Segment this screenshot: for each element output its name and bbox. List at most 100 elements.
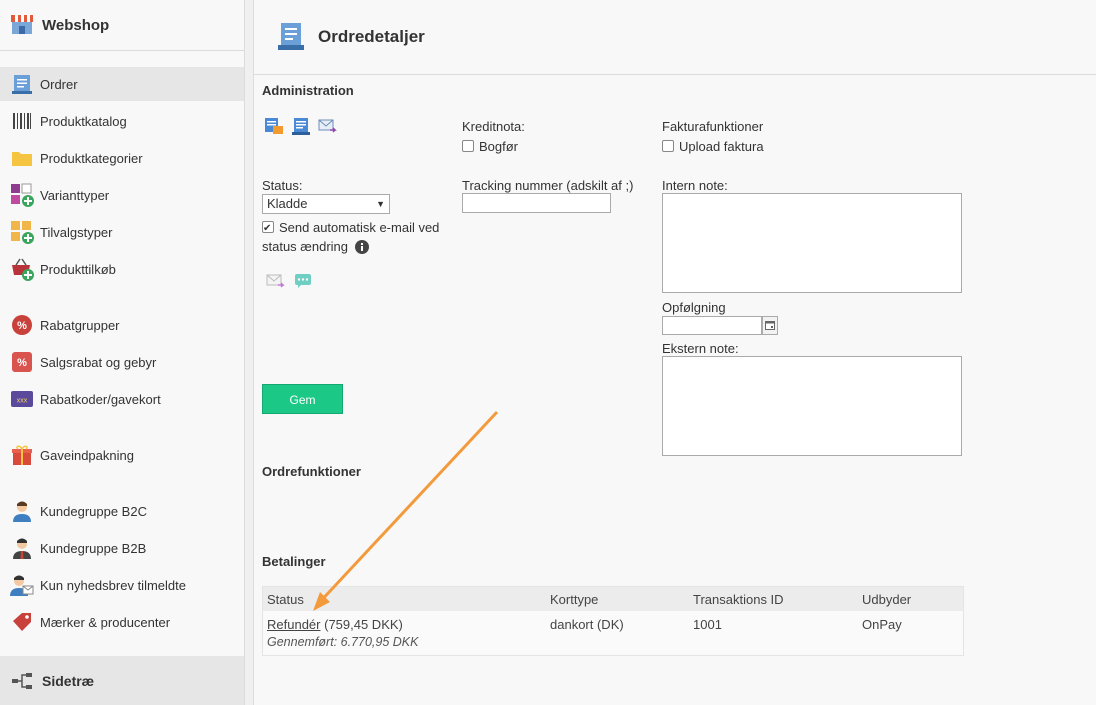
sidebar-footer-label: Sidetræ: [42, 672, 95, 689]
save-button[interactable]: Gem: [262, 384, 343, 414]
sidebar-item-produkttilkob[interactable]: Produkttilkøb: [0, 252, 244, 286]
email-forward-icon[interactable]: [318, 117, 338, 138]
send-email-label-2: status ændring: [262, 239, 348, 254]
bogfor-checkbox[interactable]: [462, 140, 474, 152]
intern-note-label: Intern note:: [662, 178, 728, 193]
table-header: Status Korttype Transaktions ID Udbyder: [263, 587, 963, 611]
sidebar-header[interactable]: Webshop: [0, 0, 244, 51]
sidebar-item-varianttyper[interactable]: Varianttyper: [0, 178, 244, 212]
status-select[interactable]: Kladde ▼: [262, 194, 390, 214]
payments-table: Status Korttype Transaktions ID Udbyder …: [262, 586, 964, 656]
barcode-icon: [10, 109, 34, 133]
sidebar-item-label: Rabatgrupper: [40, 317, 120, 333]
page-header: Ordredetaljer: [254, 0, 1096, 75]
sidebar-item-ordrer[interactable]: Ordrer: [0, 67, 244, 101]
bogfor-label: Bogfør: [479, 139, 519, 154]
send-email-label-1: Send automatisk e-mail ved: [279, 220, 440, 235]
folder-icon: [10, 146, 34, 170]
voucher-icon: xxx: [10, 387, 34, 411]
ekstern-note-label: Ekstern note:: [662, 341, 739, 356]
main-content: Ordredetaljer Administration Kreditnota:…: [254, 0, 1096, 705]
sitemap-icon: [10, 669, 34, 693]
gift-icon: [10, 443, 34, 467]
sidebar-item-label: Tilvalgstyper: [40, 224, 113, 240]
card-type-cell: dankort (DK): [550, 617, 624, 632]
send-email-row[interactable]: Send automatisk e-mail ved status ændrin…: [262, 218, 452, 259]
sidebar-item-label: Mærker & producenter: [40, 614, 171, 630]
sidebar-item-label: Salgsrabat og gebyr: [40, 354, 157, 370]
sidebar-item-rabatkoder[interactable]: xxx Rabatkoder/gavekort: [0, 382, 244, 416]
column-header-transaktions-id: Transaktions ID: [693, 592, 784, 607]
table-row: Refundér (759,45 DKK) Gennemført: 6.770,…: [263, 611, 963, 655]
sidebar-footer-sidetrae[interactable]: Sidetræ: [0, 656, 244, 705]
status-label: Status:: [262, 178, 303, 193]
user-icon: [10, 499, 34, 523]
sidebar-title: Webshop: [42, 16, 110, 34]
sidebar-item-gaveindpakning[interactable]: Gaveindpakning: [0, 438, 244, 472]
email-send-icon[interactable]: [266, 273, 286, 292]
upload-faktura-checkbox[interactable]: [662, 140, 674, 152]
document-icon[interactable]: [292, 117, 310, 138]
bogfor-checkbox-row[interactable]: Bogfør: [462, 139, 518, 154]
opfolgning-date-input[interactable]: [662, 316, 762, 335]
svg-text:xxx: xxx: [17, 398, 28, 405]
upload-faktura-row[interactable]: Upload faktura: [662, 139, 764, 154]
sidebar-item-tilvalgstyper[interactable]: Tilvalgstyper: [0, 215, 244, 249]
user-suit-icon: [10, 536, 34, 560]
sidebar-item-label: Ordrer: [40, 76, 78, 92]
column-header-udbyder: Udbyder: [862, 592, 912, 607]
shop-icon: [10, 12, 34, 39]
sidebar-item-nyhedsbrev[interactable]: Kun nyhedsbrev tilmeldte: [0, 568, 244, 602]
calendar-icon[interactable]: [762, 316, 778, 335]
column-header-korttype: Korttype: [550, 592, 599, 607]
status-select-value: Kladde: [267, 196, 308, 211]
sidebar-item-label: Produktkatalog: [40, 113, 127, 129]
info-icon[interactable]: [354, 240, 369, 259]
discount-group-icon: %: [10, 313, 34, 337]
tracking-input[interactable]: [462, 193, 611, 213]
print-invoice-icon[interactable]: [264, 117, 284, 138]
transaction-id-cell: 1001: [693, 617, 722, 632]
sidebar-item-label: Kundegruppe B2C: [40, 503, 147, 519]
sms-icon[interactable]: [294, 273, 312, 292]
sidebar-item-label: Kun nyhedsbrev tilmeldte: [40, 577, 186, 593]
column-header-status: Status: [267, 592, 304, 607]
sidebar-item-label: Produkttilkøb: [40, 261, 116, 277]
administration-heading: Administration: [262, 83, 354, 98]
sidebar-item-label: Gaveindpakning: [40, 447, 134, 463]
send-email-checkbox[interactable]: [262, 219, 274, 238]
sidebar-item-label: Kundegruppe B2B: [40, 540, 147, 556]
sidebar-item-label: Varianttyper: [40, 187, 110, 203]
sidebar-item-label: Produktkategorier: [40, 150, 143, 166]
page-title: Ordredetaljer: [318, 27, 425, 46]
caret-down-icon: ▼: [376, 199, 385, 209]
option-types-icon: [10, 220, 34, 244]
svg-text:%: %: [17, 320, 27, 332]
sidebar-item-rabatgrupper[interactable]: % Rabatgrupper: [0, 308, 244, 342]
opfolgning-label: Opfølgning: [662, 300, 726, 315]
kreditnota-label: Kreditnota:: [462, 119, 525, 134]
intern-note-textarea[interactable]: [662, 193, 962, 293]
order-details-icon: [278, 22, 304, 53]
sidebar-item-produktkategorier[interactable]: Produktkategorier: [0, 141, 244, 175]
sidebar-item-kundegruppe-b2b[interactable]: Kundegruppe B2B: [0, 531, 244, 565]
sidebar-item-produktkatalog[interactable]: Produktkatalog: [0, 104, 244, 138]
sidebar-item-label: Rabatkoder/gavekort: [40, 391, 161, 407]
sidebar-item-salgsrabat[interactable]: % Salgsrabat og gebyr: [0, 345, 244, 379]
svg-text:%: %: [17, 357, 27, 369]
upload-faktura-label: Upload faktura: [679, 139, 764, 154]
order-icon: [10, 72, 34, 96]
refund-amount: (759,45 DKK): [324, 617, 403, 632]
newsletter-user-icon: [10, 573, 34, 597]
refund-link[interactable]: Refundér: [267, 617, 320, 632]
tracking-label: Tracking nummer (adskilt af ;): [462, 178, 634, 193]
betalinger-heading: Betalinger: [262, 554, 326, 569]
ordrefunktioner-heading: Ordrefunktioner: [262, 464, 361, 479]
sidebar-item-kundegruppe-b2c[interactable]: Kundegruppe B2C: [0, 494, 244, 528]
sidebar-divider: [245, 0, 254, 705]
percent-icon: %: [10, 350, 34, 374]
provider-cell: OnPay: [862, 617, 902, 632]
ekstern-note-textarea[interactable]: [662, 356, 962, 456]
fakturafunktioner-label: Fakturafunktioner: [662, 119, 764, 134]
sidebar-item-maerker[interactable]: Mærker & producenter: [0, 605, 244, 639]
